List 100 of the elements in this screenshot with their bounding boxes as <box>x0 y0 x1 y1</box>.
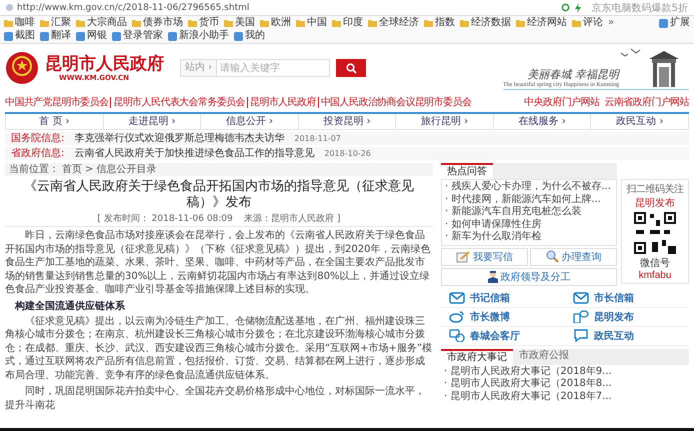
service-link[interactable]: 市长微博 <box>441 308 565 326</box>
tab[interactable]: 市政府公报 <box>513 348 575 364</box>
bookmark[interactable]: 欧洲 <box>271 17 291 29</box>
breadcrumb-link[interactable]: 信息公开目录 <box>96 163 156 176</box>
qr-caption: 扫二维码关注 <box>626 182 684 196</box>
notice-link[interactable]: 李克强举行仪式欢迎俄罗斯总理梅德韦杰夫访华 <box>74 132 284 145</box>
site-link[interactable]: 中国共产党昆明市委员会 <box>5 96 110 108</box>
qr-id-label: 微信号 <box>640 257 670 270</box>
site-link[interactable]: 昆明市人民政府 <box>247 96 318 108</box>
search-button[interactable] <box>336 59 366 77</box>
bookmark[interactable]: 中国 <box>307 17 327 29</box>
qr-account: 昆明发布 <box>635 197 675 210</box>
folder-icon <box>260 19 269 27</box>
refresh-icon[interactable] <box>560 3 570 12</box>
emblem-icon <box>5 51 39 85</box>
person-icon <box>488 270 498 283</box>
tab[interactable]: 市政府大事记 <box>441 348 513 364</box>
hot-topic-link[interactable]: · 新车为什么取消年检 <box>445 231 613 244</box>
breadcrumb-link[interactable]: 首页 <box>62 163 82 176</box>
service-button[interactable]: 政府领导及分工 <box>441 268 617 286</box>
search-icon <box>346 62 356 74</box>
folder-icon <box>332 19 341 27</box>
notepad-icon <box>456 250 470 262</box>
section-heading: 构建全国流通供应链体系 <box>14 300 126 312</box>
toolbar-item[interactable]: 扩展 <box>670 17 690 29</box>
notice-label: 省政府信息: <box>11 147 64 160</box>
news-link[interactable]: · 昆明市人民政府大事记（2018年7... <box>444 390 686 403</box>
toolbar-item[interactable]: 登录管家 <box>123 30 163 42</box>
more-bookmarks-button[interactable]: » <box>608 17 614 29</box>
bookmark[interactable]: 汇聚 <box>51 17 71 29</box>
nav-tab[interactable]: 首 页 › <box>6 114 103 129</box>
portal-link[interactable]: 中央政府门户网站 <box>524 95 600 109</box>
notice-link[interactable]: 云南省人民政府关于加快推进绿色食品工作的指导意见 <box>74 147 314 160</box>
toolbar-icon <box>40 32 49 40</box>
hot-topic-link[interactable]: · 如何申请保障性住房 <box>445 218 613 231</box>
search-field[interactable]: 请输入关键字 <box>216 59 330 77</box>
portal-link[interactable]: 云南省政府门户网站 <box>604 95 689 109</box>
bookmark[interactable]: 大宗商品 <box>87 17 127 29</box>
envelope-icon <box>449 291 465 304</box>
toolbar-item[interactable]: 我的 <box>245 30 265 42</box>
service-button[interactable]: 我要写信 <box>441 248 528 266</box>
bookmark[interactable]: 债券市场 <box>143 17 183 29</box>
breadcrumb-separator: > <box>85 163 94 176</box>
hot-topic-link[interactable]: · 残疾人爱心卡办理，为什么不被存... <box>445 181 613 194</box>
hot-topic-link[interactable]: · 新能源汽车自用充电桩怎么装 <box>445 206 613 218</box>
site-link[interactable]: 昆明市人民代表大会常务委员会 <box>110 96 248 108</box>
toolbar-item[interactable]: 截图 <box>15 30 35 42</box>
service-link[interactable]: 昆明发布 <box>565 308 689 326</box>
news-link[interactable]: · 昆明市人民政府大事记（2018年8... <box>444 378 686 390</box>
folder-icon <box>224 19 233 27</box>
tab[interactable]: 热点问答 <box>441 163 493 179</box>
bookmark[interactable]: 经济网站 <box>527 17 567 29</box>
weibo-icon <box>449 310 465 323</box>
qr-code <box>632 210 678 256</box>
service-link[interactable]: 市长信箱 <box>565 288 689 308</box>
site-link[interactable]: 中国人民政治协商会议昆明市委员会 <box>318 96 474 108</box>
qr-id: kmfabu <box>638 270 672 281</box>
bookmark[interactable]: 货币 <box>199 17 219 29</box>
bookmark[interactable]: 经济数据 <box>471 17 511 29</box>
nav-tab[interactable]: 政民互动 › <box>590 114 688 129</box>
toolbar-item[interactable]: 网银 <box>87 30 107 42</box>
notice-date: 2018-10-26 <box>324 148 371 160</box>
nav-tab[interactable]: 投资昆明 › <box>298 114 396 129</box>
article-title: 《云南省人民政府关于绿色食品开拓国内市场的指导意见（征求意见稿）》发布 <box>23 179 415 211</box>
nav-tab[interactable]: 在线服务 › <box>492 114 590 129</box>
speech-phone-icon <box>573 310 589 323</box>
bookmark[interactable]: 全球经济 <box>379 17 419 29</box>
nav-tab[interactable]: 走进昆明 › <box>102 114 200 129</box>
lightning-icon[interactable] <box>574 2 582 12</box>
notice-label: 国务院信息: <box>11 132 64 145</box>
site-title: 昆明市人民政府 <box>45 54 164 74</box>
folder-icon <box>368 19 377 27</box>
bookmark[interactable]: 印度 <box>343 17 363 29</box>
paragraph: 昨日，云南绿色食品市场对接座谈会在昆举行，会上发布的《云南省人民政府关于绿色食品开拓国内市场的指导意见（征求意见稿）》（下称《征求意见稿》）提出，到2020年，云南绿色食品生产加工基地的蔬菜、水果、茶叶、坚果、咖啡、中药材等产品，在全国主要农产品批发市场的销售量达到销售总量的30%以上，云南鲜切花国内市场占有率达到80%以上，并通过设立绿色食品产业投资基金、咖啡产业引导基金等措施保障上述目标的实现。 <box>5 229 432 296</box>
toolbar-icon <box>76 32 85 40</box>
paragraph: 同时，巩固昆明国际花卉拍卖中心、全国花卉交易价格形成中心地位，对标国际一流水平，提升斗南花 <box>5 385 426 412</box>
slogan: 美丽春城 幸福昆明 <box>528 67 619 82</box>
folder-icon <box>516 19 525 27</box>
service-link[interactable]: 春城会客厅 <box>441 326 565 346</box>
folder-icon <box>460 19 469 27</box>
hot-topic-link[interactable]: · 时代接网，新能源汽车如何上牌... <box>445 194 613 206</box>
chat-icon <box>449 329 465 342</box>
toolbar-item[interactable]: 翻译 <box>51 30 71 42</box>
envelope-icon <box>573 291 589 304</box>
bookmark[interactable]: 咖啡 <box>15 17 35 29</box>
news-link[interactable]: · 昆明市人民政府大事记（2018年9... <box>444 366 686 378</box>
service-link[interactable]: 政民互动 <box>565 326 689 346</box>
service-button[interactable]: 办理查询 <box>530 248 617 266</box>
folder-icon <box>4 19 13 27</box>
toolbar-item[interactable]: 新浪小助手 <box>179 30 229 42</box>
bookmark[interactable]: 评论 <box>583 17 603 29</box>
nav-tab[interactable]: 旅行昆明 › <box>395 114 493 129</box>
address-bar[interactable]: http://www.km.gov.cn/c/2018-11-06/2796565.shtml <box>17 2 557 12</box>
folder-icon <box>296 19 305 27</box>
article-meta: [ 发布时间： 2018-11-06 08:09 来源：昆明市人民政府 ] <box>5 213 433 227</box>
bookmark[interactable]: 美国 <box>235 17 255 29</box>
bookmark[interactable]: 指数 <box>435 17 455 29</box>
nav-tab[interactable]: 信息公开 › <box>200 114 298 129</box>
service-link[interactable]: 书记信箱 <box>441 288 565 308</box>
folder-icon <box>424 19 433 27</box>
